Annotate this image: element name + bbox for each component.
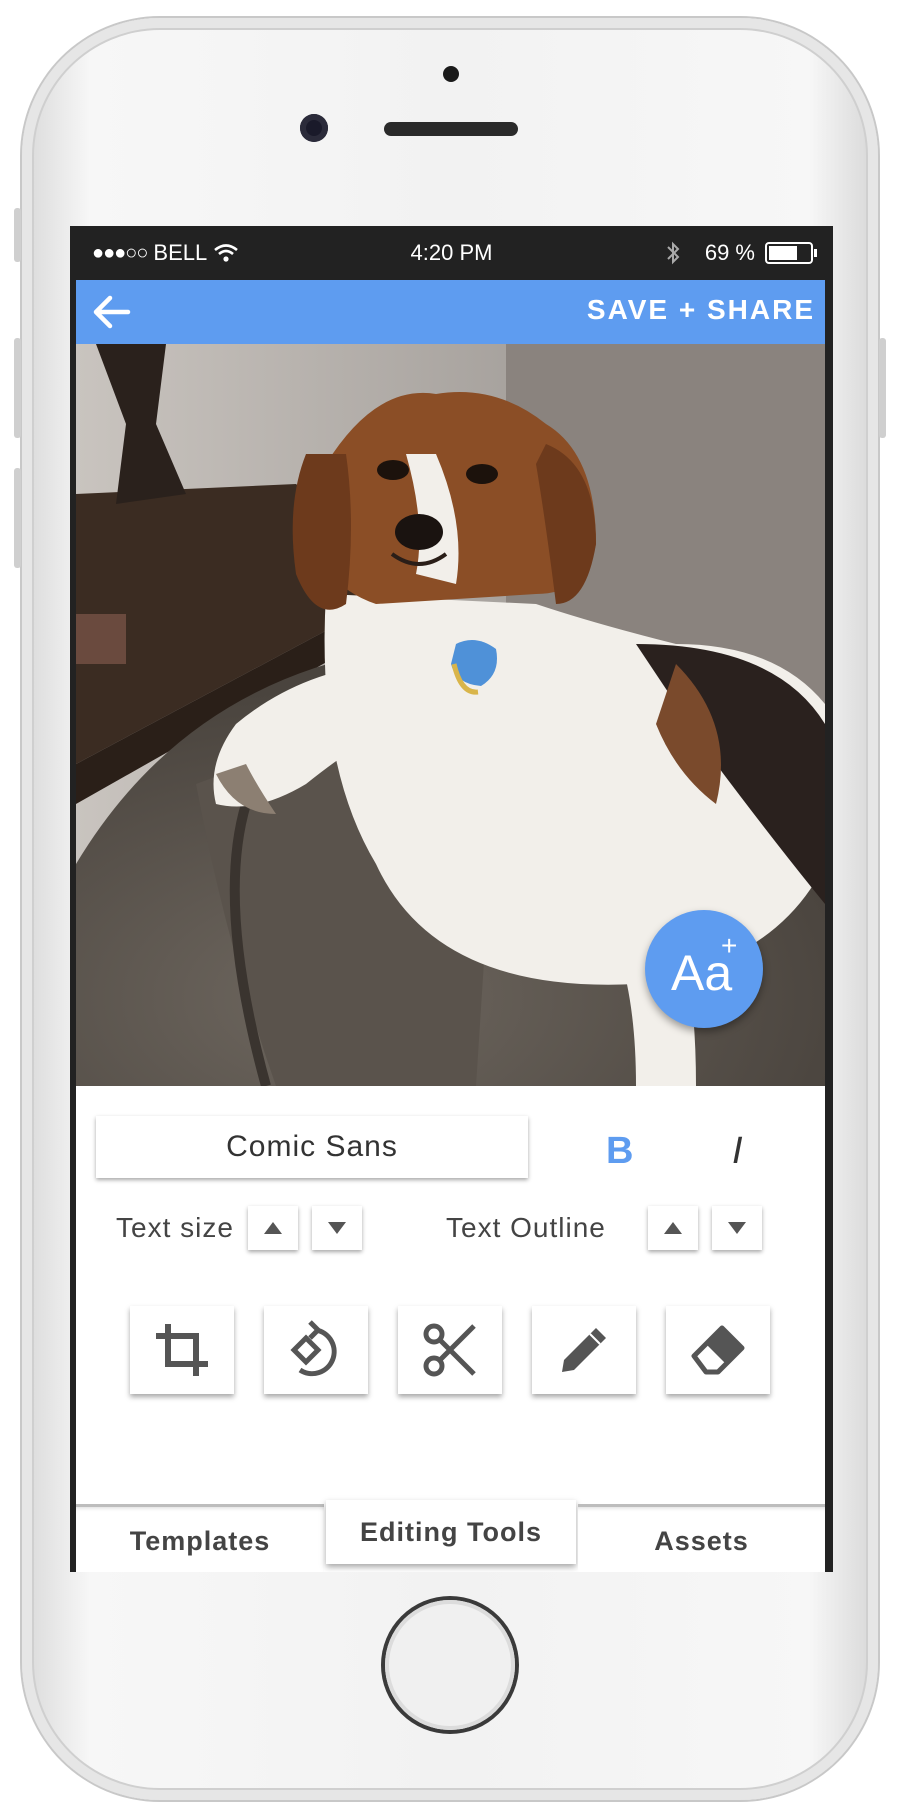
tab-label: Templates	[129, 1525, 271, 1556]
earpiece-speaker	[384, 122, 518, 136]
triangle-down-icon	[728, 1222, 746, 1234]
editor-panel: Comic Sans B I Text size Text Outline Te…	[76, 1086, 825, 1572]
scissors-icon	[423, 1323, 476, 1377]
triangle-up-icon	[664, 1222, 682, 1234]
bottom-tab-bar: Templates Editing Tools Assets	[76, 1500, 825, 1572]
text-size-down-button[interactable]	[312, 1206, 362, 1250]
eraser-icon	[691, 1325, 745, 1375]
tab-label: Assets	[654, 1525, 749, 1556]
text-size-label: Text size	[116, 1212, 234, 1243]
add-plus-icon: +	[721, 930, 738, 961]
power-button	[879, 338, 886, 438]
app-bar: SAVE + SHARE	[76, 280, 825, 344]
back-arrow-icon	[93, 295, 131, 329]
tab-templates[interactable]: Templates	[76, 1504, 324, 1572]
text-outline-up-button[interactable]	[648, 1206, 698, 1250]
photo-canvas[interactable]: Aa +	[76, 344, 825, 1086]
rotate-icon	[290, 1320, 337, 1377]
tab-label: Editing Tools	[360, 1516, 542, 1547]
italic-button[interactable]: I	[732, 1130, 743, 1173]
pencil-icon	[562, 1328, 606, 1372]
crop-tool-button[interactable]	[130, 1306, 234, 1394]
battery-percent: 69 %	[704, 240, 755, 265]
volume-down-button	[14, 468, 21, 568]
bold-button[interactable]: B	[606, 1130, 633, 1173]
draw-tool-button[interactable]	[532, 1306, 636, 1394]
text-size-up-button[interactable]	[248, 1206, 298, 1250]
text-outline-label: Text Outline	[446, 1212, 606, 1243]
save-share-button[interactable]: SAVE + SHARE	[587, 294, 815, 326]
volume-up-button	[14, 338, 21, 438]
back-button[interactable]	[90, 290, 134, 334]
bluetooth-icon	[667, 241, 680, 265]
erase-tool-button[interactable]	[666, 1306, 770, 1394]
triangle-down-icon	[328, 1222, 346, 1234]
add-text-button[interactable]: Aa +	[645, 910, 763, 1028]
home-button[interactable]	[385, 1600, 515, 1730]
tab-editing-tools[interactable]: Editing Tools	[326, 1500, 576, 1564]
rotate-tool-button[interactable]	[264, 1306, 368, 1394]
text-outline-down-button[interactable]	[712, 1206, 762, 1250]
status-bar: ●●●○○ BELL 4:20 PM 69 %	[70, 226, 833, 280]
font-selector[interactable]: Comic Sans	[96, 1116, 528, 1178]
mute-switch	[14, 208, 21, 262]
crop-icon	[156, 1324, 208, 1376]
front-camera	[300, 114, 328, 142]
phone-screen: ●●●○○ BELL 4:20 PM 69 % SAVE + SHARE Aa …	[70, 226, 833, 1572]
triangle-up-icon	[264, 1222, 282, 1234]
font-selected-value: Comic Sans	[226, 1130, 398, 1163]
tab-assets[interactable]: Assets	[578, 1504, 825, 1572]
battery-icon	[765, 242, 817, 264]
proximity-sensor	[443, 66, 459, 82]
cut-tool-button[interactable]	[398, 1306, 502, 1394]
